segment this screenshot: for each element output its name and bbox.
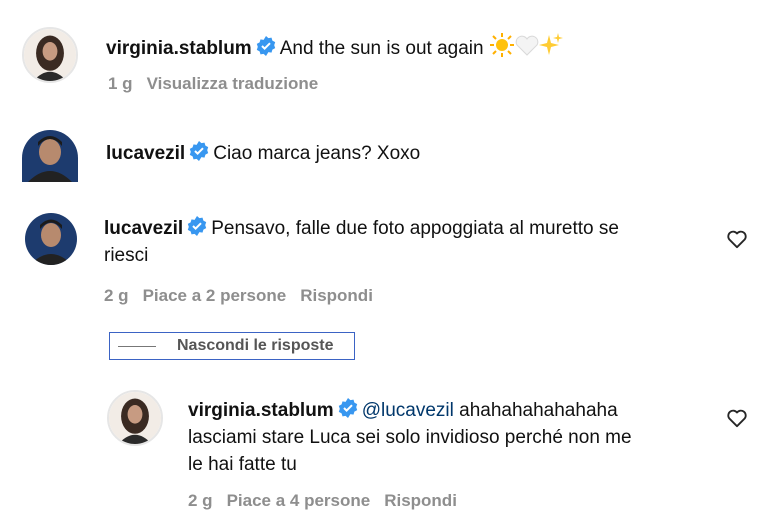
comment-2-line: lucavezil Ciao marca jeans? Xoxo: [106, 140, 420, 169]
comment-3-line-2: riesci: [104, 245, 149, 266]
avatar-lucavezil[interactable]: [22, 130, 78, 182]
verified-badge-icon: [256, 36, 276, 64]
comment-time: 2 g: [104, 286, 129, 305]
avatar-lucavezil-image: [22, 130, 78, 182]
reply-button[interactable]: Rispondi: [384, 491, 457, 510]
comment-username[interactable]: lucavezil: [104, 218, 183, 239]
reply-line-3: le hai fatte tu: [188, 454, 297, 475]
reply-time: 2 g: [188, 491, 213, 510]
avatar-virginia[interactable]: [107, 390, 163, 446]
comment-1-meta: 1 g Visualizza traduzione: [108, 74, 332, 94]
avatar-lucavezil-image: [25, 213, 77, 265]
verified-badge-icon: [338, 398, 358, 426]
comment-time: 1 g: [108, 74, 133, 93]
reply-username[interactable]: virginia.stablum: [188, 400, 334, 421]
avatar-virginia[interactable]: [22, 27, 78, 83]
comment-text: Pensavo, falle due foto appoggiata al mu…: [211, 218, 619, 239]
white-heart-emoji-icon: [515, 35, 539, 65]
reply-meta: 2 g Piace a 4 persone Rispondi: [188, 491, 471, 511]
sparkles-emoji-icon: [538, 33, 563, 65]
verified-badge-icon: [187, 216, 207, 244]
avatar-lucavezil[interactable]: [25, 213, 77, 265]
avatar-virginia-image: [109, 392, 161, 444]
hide-replies-label: Nascondi le risposte: [177, 337, 334, 354]
likes-count[interactable]: Piace a 2 persone: [143, 286, 287, 305]
reply-line-2: lasciami stare Luca sei solo invidioso p…: [188, 427, 632, 448]
comment-text: Ciao marca jeans? Xoxo: [213, 143, 421, 164]
comment-username[interactable]: virginia.stablum: [106, 38, 252, 59]
reply-text: ahahahahahahaha: [459, 400, 618, 421]
reply-line-1: virginia.stablum @lucavezil ahahahahahaha…: [188, 397, 618, 426]
avatar-virginia-image: [24, 29, 76, 81]
mention-link[interactable]: @lucavezil: [362, 400, 454, 421]
verified-badge-icon: [189, 141, 209, 169]
comment-3-line-1: lucavezil Pensavo, falle due foto appoggi…: [104, 215, 619, 244]
hide-replies-button[interactable]: Nascondi le risposte: [109, 332, 355, 360]
like-heart-icon[interactable]: [726, 408, 748, 428]
likes-count[interactable]: Piace a 4 persone: [227, 491, 371, 510]
comment-3-meta: 2 g Piace a 2 persone Rispondi: [104, 286, 387, 306]
reply-button[interactable]: Rispondi: [300, 286, 373, 305]
replies-divider: [118, 345, 156, 347]
sun-emoji-icon: [489, 33, 515, 65]
comment-username[interactable]: lucavezil: [106, 143, 185, 164]
like-heart-icon[interactable]: [726, 229, 748, 249]
comment-text: And the sun is out again: [279, 38, 484, 59]
translate-link[interactable]: Visualizza traduzione: [147, 74, 319, 93]
comment-1-line: virginia.stablum And the sun is out again: [106, 33, 563, 65]
